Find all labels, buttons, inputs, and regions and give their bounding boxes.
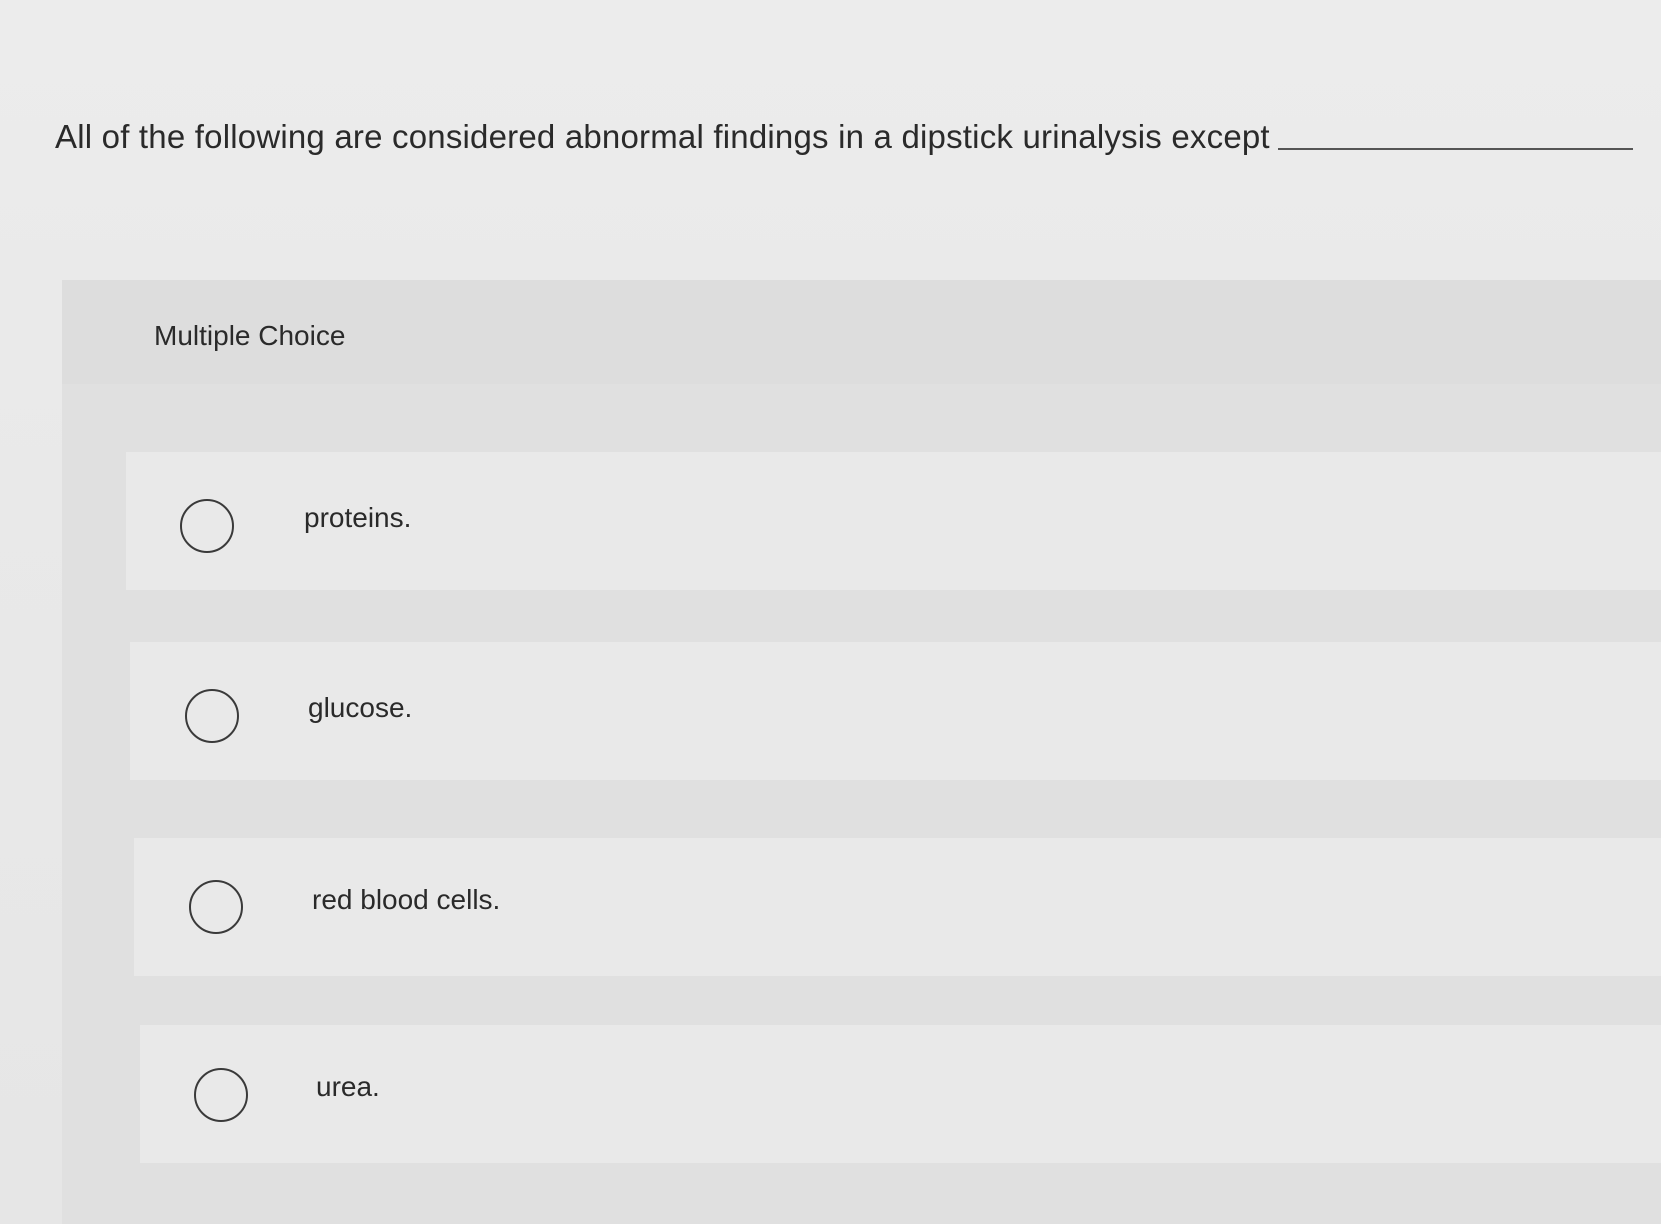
question-prompt: All of the following are considered abno… (55, 118, 1633, 156)
radio-button-icon[interactable] (189, 880, 243, 934)
choice-label: urea. (316, 1071, 380, 1102)
radio-button-icon[interactable] (185, 689, 239, 743)
multiple-choice-title: Multiple Choice (154, 320, 346, 351)
radio-button-icon[interactable] (194, 1068, 248, 1122)
choice-option-red-blood-cells[interactable]: red blood cells. (134, 838, 1661, 976)
question-text: All of the following are considered abno… (55, 118, 1270, 155)
choice-option-urea[interactable]: urea. (140, 1025, 1661, 1163)
multiple-choice-header: Multiple Choice (62, 280, 1661, 384)
answer-blank-line (1277, 148, 1633, 150)
choice-option-proteins[interactable]: proteins. (126, 452, 1661, 590)
choice-label: proteins. (304, 502, 412, 533)
choice-label: red blood cells. (312, 884, 501, 915)
radio-button-icon[interactable] (180, 499, 234, 553)
choice-option-glucose[interactable]: glucose. (130, 642, 1661, 780)
choice-label: glucose. (308, 692, 413, 723)
